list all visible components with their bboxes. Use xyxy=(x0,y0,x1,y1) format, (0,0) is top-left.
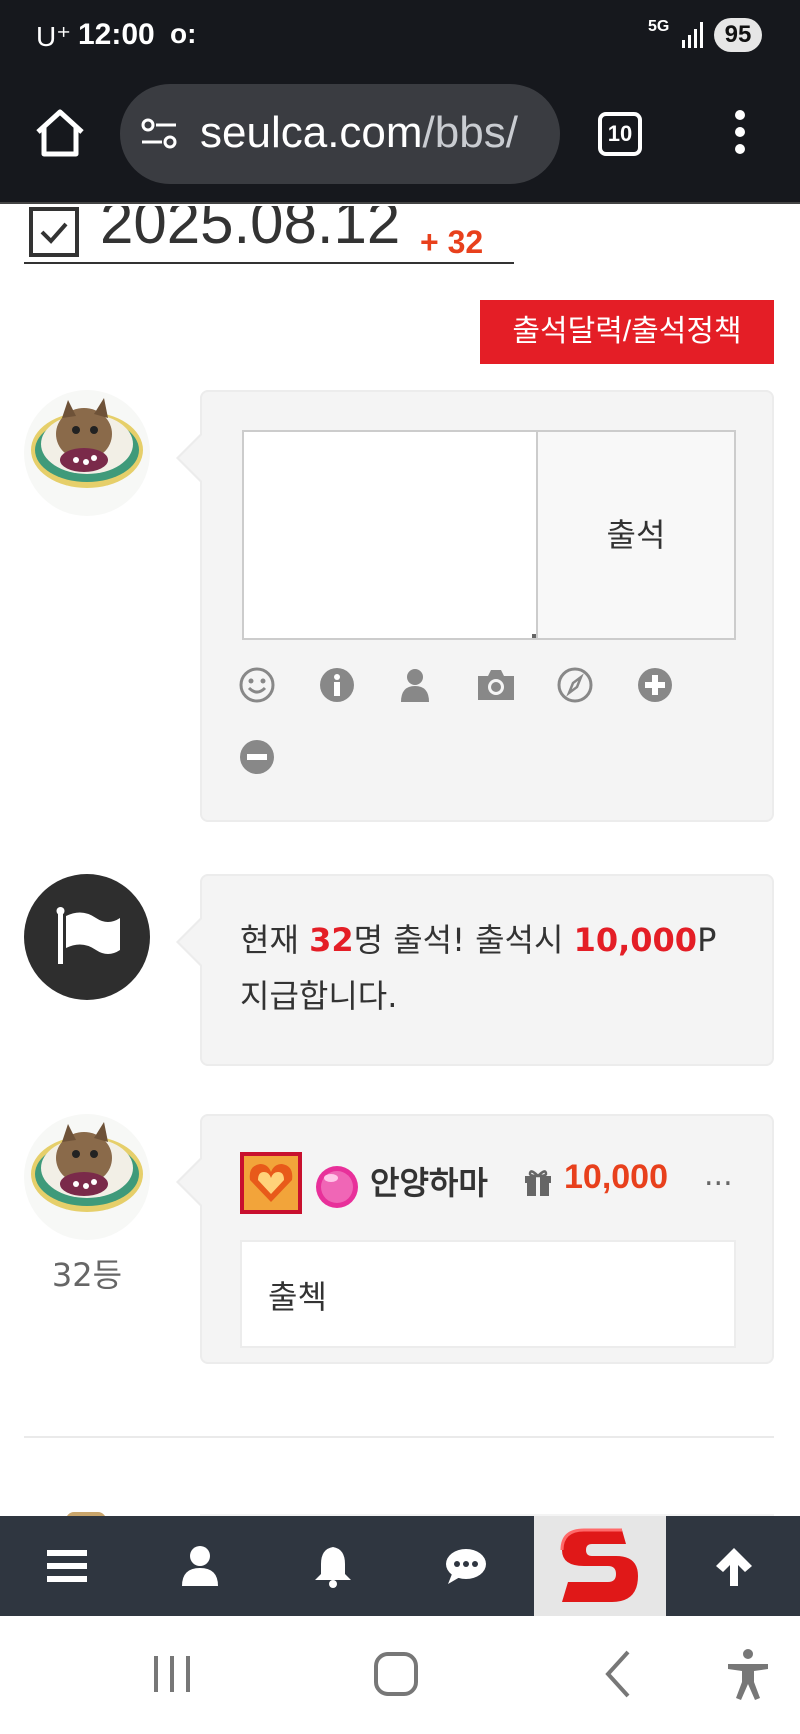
accessibility-icon[interactable] xyxy=(718,1644,778,1704)
attendee-count: 32 xyxy=(309,921,354,959)
user-icon[interactable] xyxy=(396,666,434,704)
user-icon xyxy=(182,1546,218,1586)
attendance-entry: 안양하마 10,000 ... 출첵 xyxy=(176,1114,774,1364)
chat-icon xyxy=(446,1549,486,1584)
notice-text: 현재 32명 출석! 출석시 10,000P 지급합니다. xyxy=(240,912,740,1024)
bell-icon xyxy=(315,1547,351,1588)
comment-textarea[interactable] xyxy=(242,430,538,640)
minus-icon[interactable] xyxy=(238,738,276,776)
attend-submit-button[interactable]: 출석 xyxy=(536,430,736,640)
signal-icon xyxy=(682,22,703,48)
notice-avatar xyxy=(24,874,150,1000)
url-host: seulca.com xyxy=(200,108,423,157)
emoji-icon[interactable] xyxy=(238,666,276,704)
overflow-menu-icon[interactable] xyxy=(730,110,750,160)
avatar[interactable] xyxy=(24,390,150,516)
scroll-top-button[interactable] xyxy=(667,1516,800,1616)
points-unit: P xyxy=(697,921,717,959)
entry-content: 출첵 xyxy=(240,1240,736,1348)
browser-toolbar: seulca.com/bbs/ 10 xyxy=(0,72,800,204)
plus-icon[interactable] xyxy=(636,666,674,704)
attendance-count-badge: + 32 xyxy=(420,224,484,260)
url-text[interactable]: seulca.com/bbs/ xyxy=(200,108,518,158)
notice-prefix: 현재 xyxy=(240,921,310,959)
profile-button[interactable] xyxy=(133,1516,266,1616)
recent-apps-icon[interactable] xyxy=(142,1644,202,1704)
cat-avatar-icon xyxy=(31,1122,143,1212)
network-type: 5G xyxy=(648,18,670,35)
clock: 12:00 xyxy=(78,18,155,51)
chat-button[interactable] xyxy=(399,1516,532,1616)
site-logo-button[interactable] xyxy=(534,1516,666,1616)
entry-text: 출첵 xyxy=(268,1278,327,1316)
battery-level: 95 xyxy=(714,18,762,52)
system-navigation-bar xyxy=(0,1616,800,1734)
level-badge-icon xyxy=(240,1152,302,1214)
camera-icon[interactable] xyxy=(474,666,518,704)
username[interactable]: 안양하마 xyxy=(370,1158,488,1204)
rank-label: 32등 xyxy=(51,1256,123,1294)
attendance-calendar-button[interactable]: 출석달력/출석정책 xyxy=(480,300,774,364)
avatar[interactable] xyxy=(24,1114,150,1240)
earned-points: 10,000 xyxy=(564,1158,668,1196)
site-logo xyxy=(560,1528,638,1602)
date-header: 2025.08.12 + 32 xyxy=(24,206,514,264)
cat-avatar-icon xyxy=(31,398,143,488)
site-bottom-toolbar xyxy=(0,1516,800,1616)
flag-icon xyxy=(56,907,120,964)
menu-button[interactable] xyxy=(0,1516,133,1616)
menu-icon xyxy=(47,1550,87,1582)
address-bar[interactable]: seulca.com/bbs/ xyxy=(120,84,560,184)
notice-middle: 명 출석! 출석시 xyxy=(353,921,574,959)
home-icon[interactable] xyxy=(30,104,90,164)
gift-icon xyxy=(525,1170,551,1196)
arrow-up-icon xyxy=(716,1548,752,1586)
url-path: /bbs/ xyxy=(422,108,518,157)
pink-orb-icon xyxy=(316,1166,358,1208)
attendance-notice: 현재 32명 출석! 출석시 10,000P 지급합니다. xyxy=(176,874,774,1066)
page-content: 2025.08.12 + 32 출석달력/출석정책 출석 현재 32명 출석! … xyxy=(0,206,800,1516)
more-options-button[interactable]: ... xyxy=(704,1158,733,1193)
notice-line2: 지급합니다. xyxy=(240,977,398,1015)
home-nav-icon[interactable] xyxy=(366,1644,426,1704)
attendance-date: 2025.08.12 xyxy=(100,206,401,256)
tab-switcher-button[interactable]: 10 xyxy=(598,112,642,156)
reward-points: 10,000 xyxy=(573,921,698,959)
site-settings-icon[interactable] xyxy=(140,116,178,152)
notification-indicator: o: xyxy=(170,18,197,49)
carrier-label: U⁺ xyxy=(36,21,71,52)
info-icon[interactable] xyxy=(318,666,356,704)
notifications-button[interactable] xyxy=(266,1516,399,1616)
attendance-form: 출석 xyxy=(176,390,774,822)
divider xyxy=(24,1436,774,1438)
back-icon[interactable] xyxy=(590,1644,650,1704)
compass-icon[interactable] xyxy=(556,666,594,704)
checkbox-calendar-icon xyxy=(29,207,79,257)
status-bar: U⁺ 12:00 o: 5G 95 xyxy=(0,0,800,72)
